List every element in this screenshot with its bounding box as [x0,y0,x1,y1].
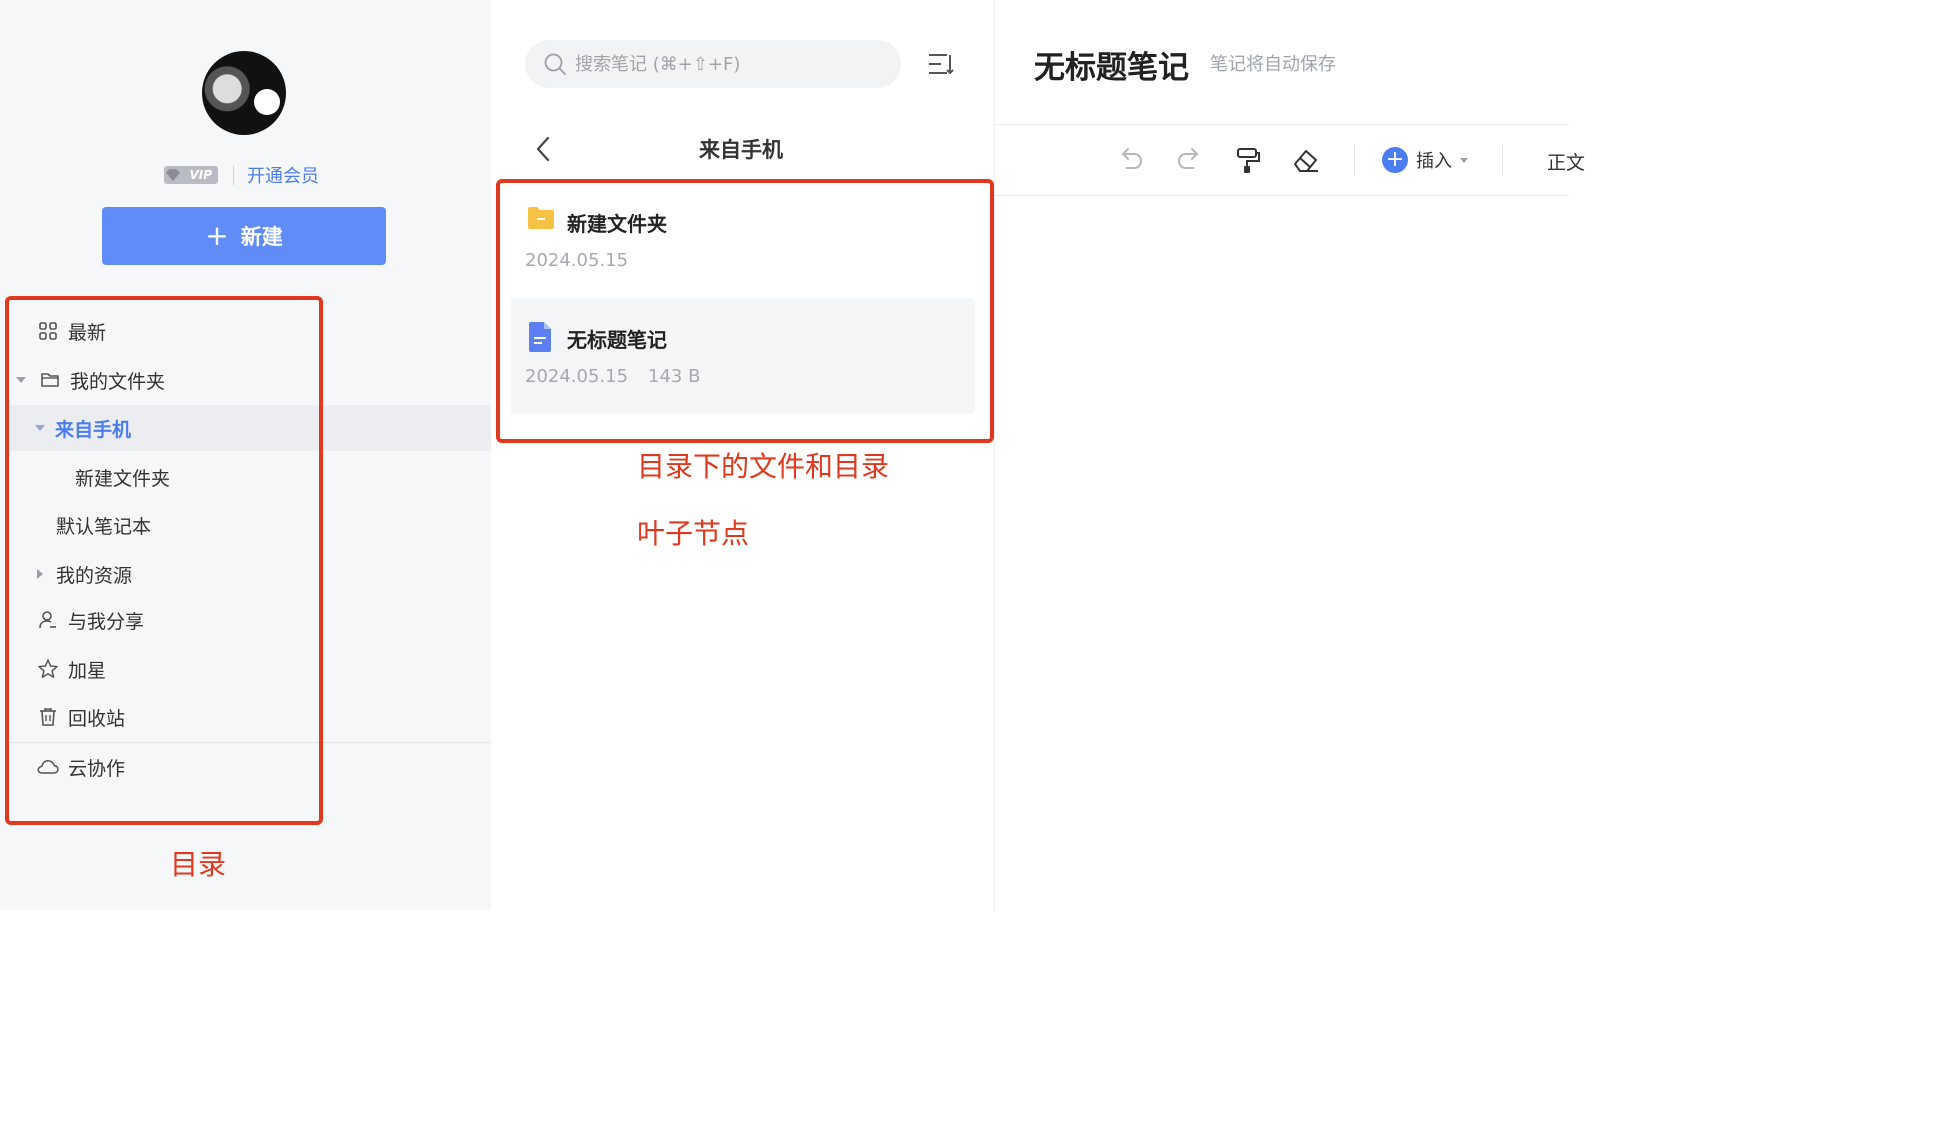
search-icon [544,53,566,75]
editor-panel: 无标题笔记 笔记将自动保存 + 插入 正文 [994,0,1585,910]
new-button[interactable]: + 新建 [102,207,386,265]
annotation-box-nav [5,296,323,825]
redo-icon[interactable] [1176,146,1202,172]
vip-divider [233,165,234,185]
annotation-label-nav: 目录 [170,848,227,881]
plus-icon: + [205,219,229,252]
text-style-select[interactable]: 正文 [1547,148,1585,175]
chevron-down-icon [1460,157,1468,163]
vip-badge: VIP [164,166,218,184]
header-divider [995,124,1569,125]
annotation-label-leaf: 叶子节点 [637,517,750,550]
diamond-icon [166,169,180,181]
undo-icon[interactable] [1118,146,1144,172]
eraser-icon[interactable] [1292,146,1320,174]
annotation-label-files: 目录下的文件和目录 [637,450,890,483]
folder-title: 来自手机 [699,138,783,162]
plus-circle-icon: + [1382,147,1408,173]
toolbar-separator [1502,144,1503,176]
search-box[interactable] [525,40,901,88]
toolbar-divider [995,195,1569,196]
back-arrow-icon[interactable] [535,136,551,162]
autosave-hint: 笔记将自动保存 [1210,54,1336,75]
sort-icon[interactable] [928,52,954,76]
upgrade-vip-link[interactable]: 开通会员 [247,162,319,188]
toolbar-separator [1354,144,1355,176]
annotation-box-files [496,179,994,443]
avatar[interactable] [202,51,286,135]
format-painter-icon[interactable] [1235,146,1261,174]
insert-button[interactable]: + 插入 [1382,147,1468,173]
note-title[interactable]: 无标题笔记 [1034,42,1189,87]
search-input[interactable] [575,53,875,75]
